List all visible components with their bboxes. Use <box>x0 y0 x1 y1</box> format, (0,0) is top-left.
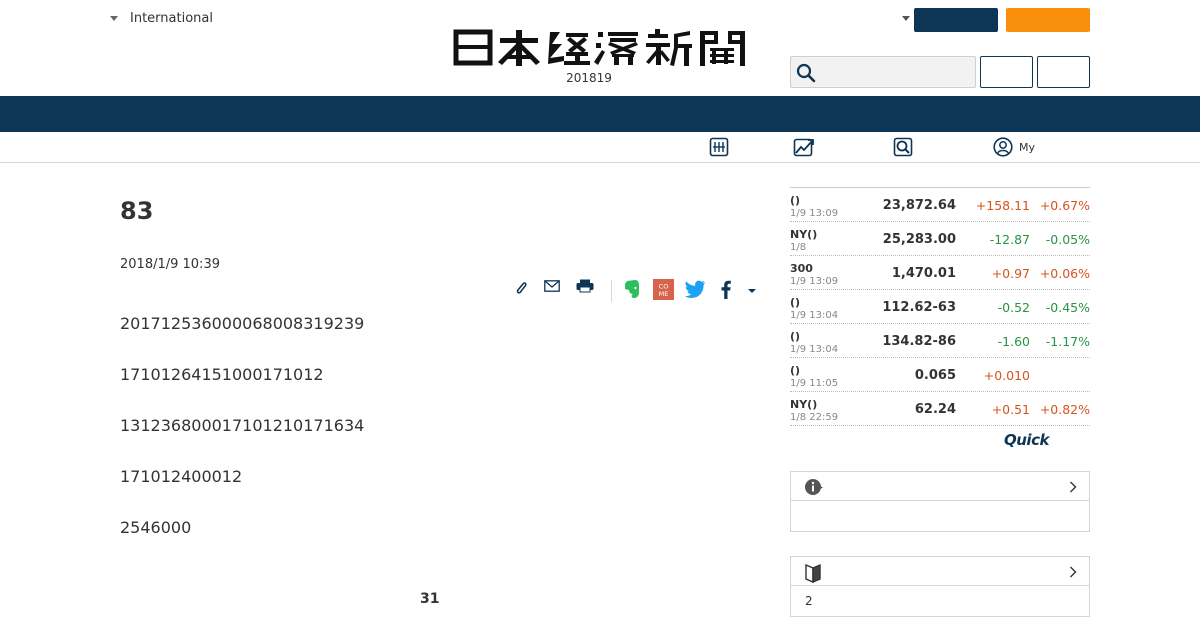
subnav-market[interactable] <box>793 137 815 157</box>
market-chart-icon <box>793 138 814 157</box>
subscribe-button[interactable] <box>914 8 998 32</box>
info-box-header[interactable] <box>791 472 1089 501</box>
caret-down-icon <box>110 16 118 21</box>
chevron-right-icon <box>1070 566 1077 578</box>
market-time: 1/9 13:09 <box>790 276 839 287</box>
market-row[interactable]: () 1/9 13:09 23,872.64 +158.11 +0.67% <box>790 188 1090 222</box>
article-paragraph: 17101264151000171012 <box>120 365 324 384</box>
edition-selector[interactable]: International <box>110 11 213 26</box>
market-name: () <box>790 330 801 343</box>
market-name: () <box>790 296 801 309</box>
market-price: 62.24 <box>914 402 956 417</box>
market-percent: -0.45% <box>1045 300 1090 315</box>
market-change: -0.52 <box>997 300 1030 315</box>
article-timestamp: 2018/1/9 10:39 <box>120 257 220 272</box>
market-change: +158.11 <box>975 198 1030 213</box>
market-time: 1/8 22:59 <box>790 412 839 423</box>
market-time: 1/9 13:04 <box>790 310 839 321</box>
market-name: NY() <box>790 228 818 241</box>
info-icon <box>805 479 823 495</box>
beginner-box: 2 <box>790 556 1090 617</box>
market-change: +0.010 <box>983 368 1030 383</box>
market-change: +0.51 <box>991 402 1030 417</box>
article-paragraph: 1312368000171012101716​34 <box>120 416 365 435</box>
market-row[interactable]: () 1/9 13:04 134.82-86 -1.60 -1.17% <box>790 324 1090 358</box>
market-percent: +0.82% <box>1039 402 1090 417</box>
quick-logo[interactable]: Quick <box>1004 431 1049 449</box>
search-input[interactable] <box>821 58 971 86</box>
page-indicator: 31 <box>420 591 440 607</box>
market-name: 300 <box>790 262 813 275</box>
svg-text:ME: ME <box>659 290 669 298</box>
evernote-icon[interactable] <box>623 279 641 299</box>
register-button[interactable] <box>1037 56 1090 88</box>
market-change: -1.60 <box>997 334 1030 349</box>
newspaper-icon <box>709 137 729 157</box>
market-percent: +0.06% <box>1039 266 1090 281</box>
share-bar: CO ME <box>510 278 760 304</box>
subnav-newspaper[interactable] <box>709 137 729 157</box>
market-row[interactable]: () 1/9 13:04 112.62-63 -0.52 -0.45% <box>790 290 1090 324</box>
share-divider <box>611 280 612 302</box>
market-price: 112.62-63 <box>882 300 956 315</box>
market-name: () <box>790 194 801 207</box>
market-name: () <box>790 364 801 377</box>
market-time: 1/8 <box>790 242 807 253</box>
market-price: 0.065 <box>914 368 956 383</box>
market-percent: -1.17% <box>1045 334 1090 349</box>
market-price: 25,283.00 <box>882 232 956 247</box>
market-table: () 1/9 13:09 23,872.64 +158.11 +0.67% NY… <box>790 187 1090 426</box>
signup-button[interactable] <box>1006 8 1090 32</box>
search-box[interactable] <box>790 56 976 88</box>
market-price: 134.82-86 <box>882 334 956 349</box>
header-caret-down-icon[interactable] <box>902 16 910 21</box>
article-headline: 83 <box>120 197 154 225</box>
article-paragraph: 2546000 <box>120 518 192 537</box>
user-circle-icon <box>993 137 1013 157</box>
market-name: NY() <box>790 398 818 411</box>
beginner-box-body: 2 <box>791 586 1089 616</box>
market-row[interactable]: () 1/9 11:05 0.065 +0.010 <box>790 358 1090 392</box>
more-caret-icon[interactable] <box>747 288 757 294</box>
edition-label: International <box>130 11 213 26</box>
market-row[interactable]: NY() 1/8 25,283.00 -12.87 -0.05% <box>790 222 1090 256</box>
clip-icon[interactable] <box>514 280 528 296</box>
market-time: 1/9 13:09 <box>790 208 839 219</box>
subnav-my-label: My <box>1019 140 1036 154</box>
beginner-box-text: 2 <box>805 594 813 608</box>
market-time: 1/9 11:05 <box>790 378 839 389</box>
facebook-icon[interactable] <box>721 280 731 299</box>
market-price: 1,470.01 <box>891 266 956 281</box>
nikkei-logo[interactable] <box>452 28 752 68</box>
login-button[interactable] <box>980 56 1033 88</box>
market-price: 23,872.64 <box>882 198 956 213</box>
market-row[interactable]: 300 1/9 13:09 1,470.01 +0.97 +0.06% <box>790 256 1090 290</box>
search-icon <box>796 63 816 83</box>
beginner-mark-icon <box>805 563 821 583</box>
article-paragraph: 201712536000068008319239 <box>120 314 365 333</box>
subnav-search[interactable] <box>893 137 913 157</box>
market-row[interactable]: NY() 1/8 22:59 62.24 +0.51 +0.82% <box>790 392 1090 426</box>
beginner-box-header[interactable] <box>791 557 1089 586</box>
market-percent: -0.05% <box>1045 232 1090 247</box>
market-change: +0.97 <box>991 266 1030 281</box>
market-time: 1/9 13:04 <box>790 344 839 355</box>
info-box-body <box>791 501 1089 531</box>
main-nav-bar[interactable] <box>0 96 1200 132</box>
site-header: International 201819 <box>0 0 1200 96</box>
market-percent: +0.67% <box>1039 198 1090 213</box>
subnav-my[interactable]: My <box>993 137 1035 157</box>
sub-nav: My <box>0 132 1200 163</box>
mail-icon[interactable] <box>544 280 560 292</box>
market-change: -12.87 <box>989 232 1030 247</box>
come-icon[interactable]: CO ME <box>653 279 674 300</box>
search-doc-icon <box>893 137 913 157</box>
chevron-right-icon <box>1070 481 1077 493</box>
info-box <box>790 471 1090 532</box>
article-paragraph: 171012400012 <box>120 467 243 486</box>
print-icon[interactable] <box>576 279 594 293</box>
twitter-icon[interactable] <box>684 280 706 298</box>
